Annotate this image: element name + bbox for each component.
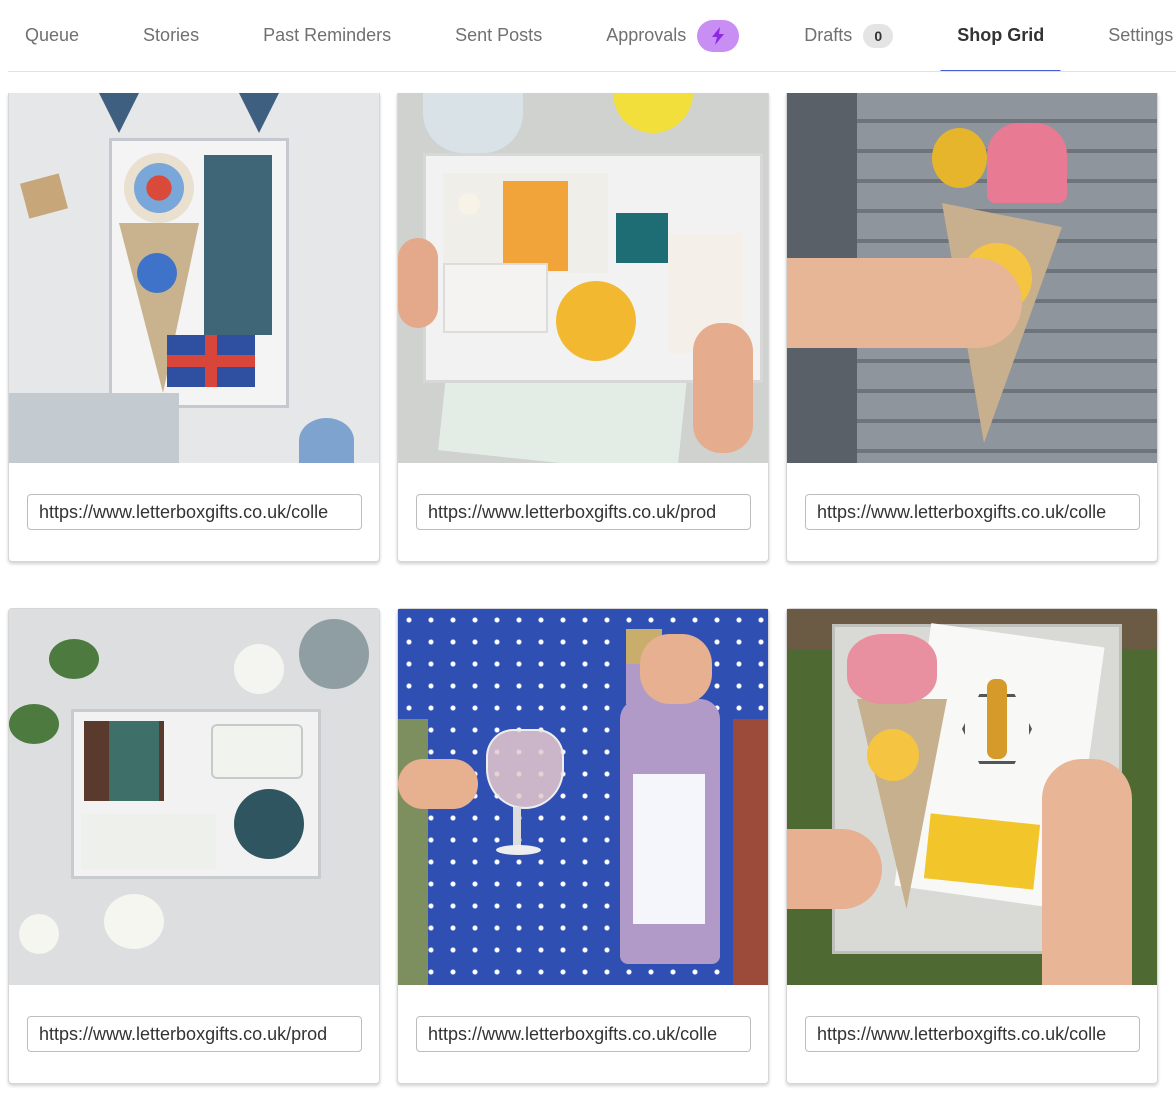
product-url-input[interactable] (805, 494, 1140, 530)
product-image[interactable] (398, 609, 768, 985)
tab-label: Shop Grid (957, 25, 1045, 45)
tab-label: Settings (1108, 25, 1174, 45)
product-url-input[interactable] (805, 1016, 1140, 1052)
tab-shop-grid[interactable]: Shop Grid (940, 0, 1062, 71)
tab-label: Sent Posts (455, 25, 543, 45)
product-url-input[interactable] (27, 1016, 362, 1052)
drafts-count-badge: 0 (863, 23, 894, 48)
tab-stories[interactable]: Stories (143, 0, 200, 71)
tab-queue[interactable]: Queue (25, 0, 80, 71)
card-footer (787, 463, 1157, 561)
tab-approvals[interactable]: Approvals (606, 0, 740, 71)
tab-label: Drafts (804, 25, 853, 45)
tab-settings[interactable]: Settings (1108, 0, 1174, 71)
product-image[interactable] (787, 609, 1157, 985)
tab-label: Past Reminders (263, 25, 392, 45)
card-footer (9, 463, 379, 561)
tab-label: Stories (143, 25, 200, 45)
card-footer (787, 985, 1157, 1083)
tab-sent-posts[interactable]: Sent Posts (455, 0, 543, 71)
product-url-input[interactable] (27, 494, 362, 530)
shop-grid-card (397, 608, 769, 1084)
tab-label: Queue (25, 25, 80, 45)
product-image[interactable] (787, 93, 1157, 463)
shop-grid-card (786, 608, 1158, 1084)
product-url-input[interactable] (416, 494, 751, 530)
card-footer (398, 985, 768, 1083)
shop-grid-card (786, 93, 1158, 562)
shop-grid-card (8, 93, 380, 562)
product-image[interactable] (398, 93, 768, 463)
tab-label: Approvals (606, 25, 687, 45)
product-url-input[interactable] (416, 1016, 751, 1052)
shop-grid-card (397, 93, 769, 562)
lightning-bolt-icon (712, 26, 725, 45)
product-image[interactable] (9, 609, 379, 985)
shop-grid-card (8, 608, 380, 1084)
tab-drafts[interactable]: Drafts 0 (804, 0, 894, 71)
approvals-badge (697, 19, 740, 52)
product-image[interactable] (9, 93, 379, 463)
tab-past-reminders[interactable]: Past Reminders (263, 0, 392, 71)
tab-bar: Queue Stories Past Reminders Sent Posts … (8, 0, 1176, 72)
card-footer (398, 463, 768, 561)
card-footer (9, 985, 379, 1083)
